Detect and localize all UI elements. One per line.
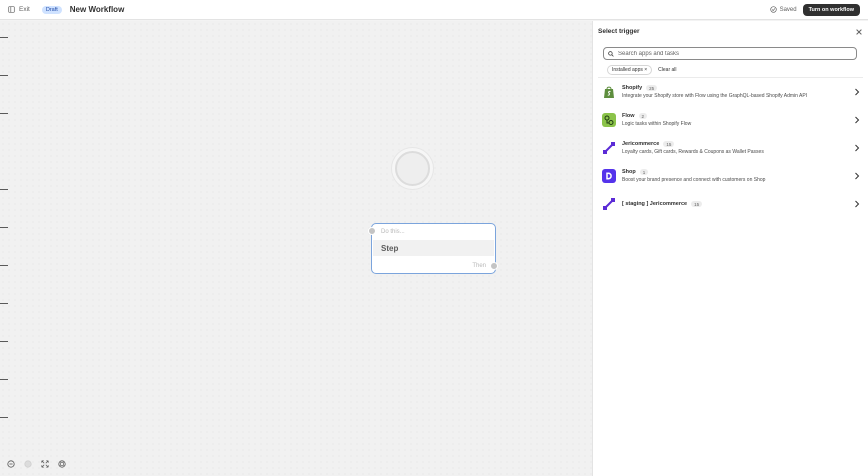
- panel-title: Select trigger: [598, 28, 640, 35]
- clear-all-link[interactable]: Clear all: [658, 67, 676, 73]
- list-item-jericommerce[interactable]: Jericommerce 15 Loyalty cards, Gift card…: [598, 134, 864, 162]
- shopify-bag-icon: [602, 85, 616, 99]
- app-description: Logic tasks within Shopify Flow: [622, 121, 692, 127]
- ruler-tick: [0, 37, 8, 38]
- search-field[interactable]: [603, 47, 857, 60]
- list-item-shopify[interactable]: Shopify 25 Integrate your Shopify store …: [598, 78, 864, 106]
- ruler-tick: [0, 379, 8, 380]
- list-item-staging-jericommerce[interactable]: [ staging ] Jericommerce 15: [598, 190, 864, 218]
- app-name: Jericommerce: [622, 141, 660, 147]
- step-title: Step: [373, 240, 494, 256]
- app-name: Shopify: [622, 85, 643, 91]
- page-title: New Workflow: [69, 5, 125, 14]
- flow-icon: [602, 113, 616, 127]
- trigger-app-list: Shopify 25 Integrate your Shopify store …: [598, 78, 864, 218]
- exit-icon: [8, 6, 15, 13]
- workflow-canvas[interactable]: Do this... Step Then: [0, 21, 592, 476]
- list-item-flow[interactable]: Flow 2 Logic tasks within Shopify Flow: [598, 106, 864, 134]
- check-circle-icon: [769, 6, 777, 13]
- app-name: Flow: [622, 113, 635, 119]
- chevron-right-icon: [855, 116, 860, 124]
- app-name: [ staging ] Jericommerce: [622, 201, 688, 207]
- app-count-badge: 1: [639, 169, 649, 175]
- app-count-badge: 2: [638, 113, 648, 119]
- search-input[interactable]: [618, 50, 848, 57]
- exit-button[interactable]: Exit: [8, 6, 30, 13]
- top-bar: Exit Draft New Workflow Saved Turn on wo…: [0, 0, 868, 20]
- zoom-out-icon: [7, 460, 15, 468]
- chevron-right-icon: [855, 200, 860, 208]
- saved-status: Saved: [769, 6, 797, 13]
- status-badge: Draft: [41, 5, 62, 14]
- step-then-label: Then: [472, 263, 486, 269]
- output-connector[interactable]: [490, 262, 498, 270]
- app-count-badge: 15: [691, 201, 703, 207]
- jericommerce-icon: [602, 141, 616, 155]
- jericommerce-icon: [602, 197, 616, 211]
- ruler-tick: [0, 75, 8, 76]
- ruler-tick: [0, 227, 8, 228]
- select-trigger-panel: Select trigger Installed apps × Clear al…: [592, 21, 868, 476]
- step-do-label: Do this...: [381, 229, 405, 235]
- list-item-shop[interactable]: Shop 1 Boost your brand presence and con…: [598, 162, 864, 190]
- app-description: Loyalty cards, Gift cards, Rewards & Cou…: [622, 149, 764, 155]
- app-description: Integrate your Shopify store with Flow u…: [622, 93, 808, 99]
- zoom-in-icon: [24, 460, 32, 468]
- ruler-tick: [0, 417, 8, 418]
- installed-apps-filter-chip[interactable]: Installed apps ×: [607, 65, 653, 75]
- canvas-settings-button[interactable]: [57, 459, 67, 469]
- ruler-tick: [0, 113, 8, 114]
- exit-label: Exit: [19, 6, 30, 13]
- step-card[interactable]: Do this... Step Then: [371, 223, 496, 274]
- ruler-tick: [0, 303, 8, 304]
- start-node[interactable]: [395, 151, 430, 186]
- ruler-tick: [0, 189, 8, 190]
- shop-icon: [602, 169, 616, 183]
- app-name: Shop: [622, 169, 636, 175]
- ruler-tick: [0, 341, 8, 342]
- ruler-tick: [0, 265, 8, 266]
- zoom-out-button[interactable]: [6, 459, 16, 469]
- expand-icon: [41, 460, 49, 468]
- close-icon[interactable]: [855, 28, 863, 36]
- turn-on-workflow-button[interactable]: Turn on workflow: [802, 3, 860, 16]
- app-count-badge: 25: [646, 85, 658, 91]
- zoom-in-button[interactable]: [23, 459, 33, 469]
- input-connector[interactable]: [368, 227, 376, 235]
- search-icon: [608, 50, 614, 57]
- saved-label: Saved: [779, 6, 797, 13]
- chevron-right-icon: [855, 144, 860, 152]
- grid-icon: [58, 460, 66, 468]
- app-count-badge: 15: [663, 141, 675, 147]
- fit-view-button[interactable]: [40, 459, 50, 469]
- chevron-right-icon: [855, 88, 860, 96]
- app-description: Boost your brand presence and connect wi…: [622, 177, 766, 183]
- chevron-right-icon: [855, 172, 860, 180]
